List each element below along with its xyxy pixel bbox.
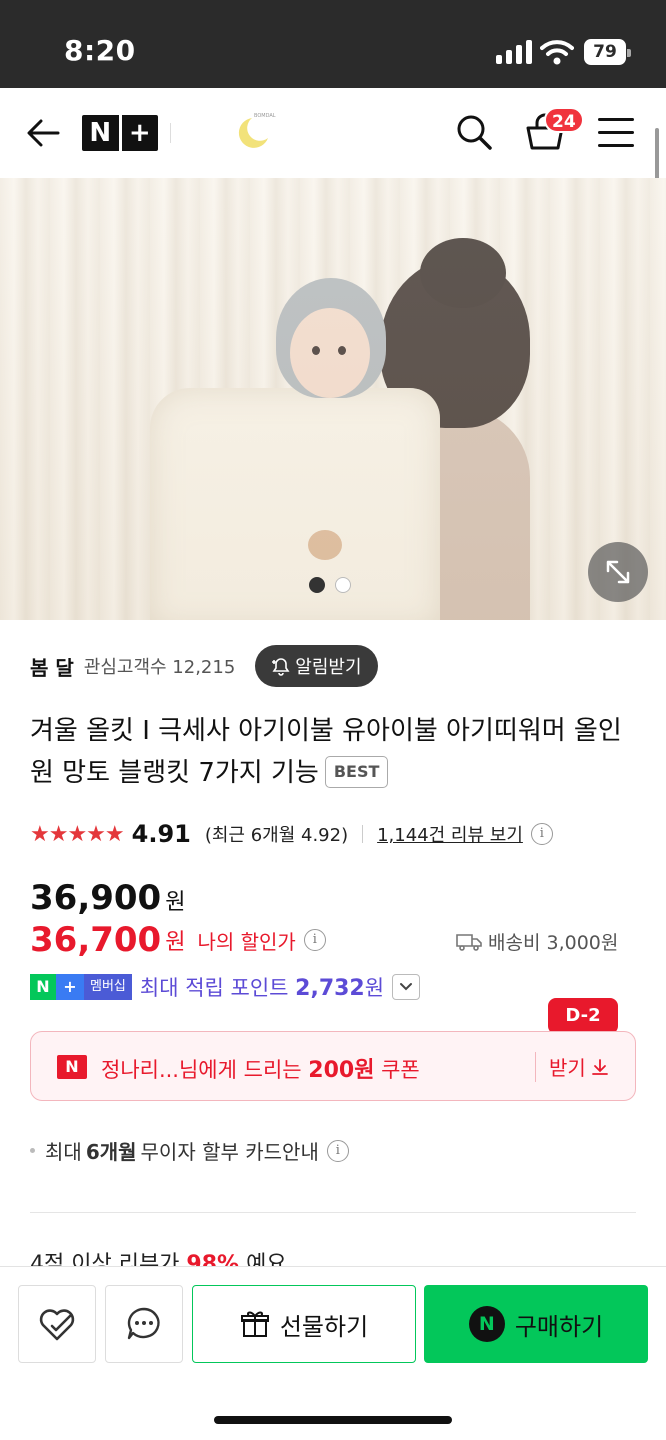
status-time: 8:20 [64, 34, 136, 67]
gift-icon [240, 1311, 269, 1337]
brand-moon-logo[interactable]: BOMDAL [232, 112, 276, 152]
rating-score: 4.91 [131, 820, 191, 848]
rating-row: ★★★★★ 4.91 (최근 6개월 4.92) 1,144건 리뷰 보기 i [30, 817, 553, 851]
shipping-fee: 배송비 3,000원 [456, 928, 618, 955]
buy-button-label: 구매하기 [514, 1312, 604, 1341]
search-icon[interactable] [454, 112, 494, 152]
my-price-value: 36,700 [30, 920, 162, 960]
view-reviews-link[interactable]: 1,144건 리뷰 보기 [377, 821, 523, 847]
download-icon [591, 1058, 608, 1075]
carousel-dot-2[interactable] [335, 577, 351, 593]
gift-button-label: 선물하기 [279, 1312, 369, 1341]
chevron-down-icon[interactable] [392, 974, 421, 1000]
max-points: 최대 적립 포인트 2,732원 [139, 976, 385, 1001]
carousel-dot-1[interactable] [309, 577, 325, 593]
product-title: 겨울 올킷 I 극세사 아기이불 유아이불 아기띠워머 올인원 망토 블랭킷 7… [30, 710, 642, 794]
rating-info-icon[interactable]: i [530, 823, 553, 845]
wishlist-button[interactable] [18, 1285, 96, 1363]
naver-plus-store-logo[interactable]: N + [82, 115, 158, 151]
coupon-text: 정나리...님에게 드리는 200원 쿠폰 [101, 1058, 420, 1083]
product-image-carousel[interactable] [0, 178, 666, 620]
coupon-deadline-badge: D-2 [548, 998, 618, 1042]
installment-info[interactable]: 최대 6개월 무이자 할부 카드안내 i [30, 1136, 349, 1165]
naver-plus-membership-badge: N + 멤버십 [30, 974, 132, 1000]
naver-pay-logo-icon: N [468, 1306, 505, 1342]
cellular-signal-icon [496, 40, 532, 64]
chat-button[interactable] [105, 1285, 183, 1363]
battery-icon: 79 [584, 39, 631, 65]
status-bar: 8:20 79 [0, 0, 666, 88]
my-price-info-icon[interactable]: i [303, 929, 326, 951]
back-arrow-icon[interactable] [24, 114, 62, 152]
brand-logo-text: BOMDAL [254, 113, 276, 119]
installment-info-icon[interactable]: i [326, 1139, 349, 1162]
store-fans-count: 관심고객수 12,215 [83, 657, 236, 678]
original-price: 36,900 원 [30, 878, 186, 918]
section-divider [30, 1212, 636, 1213]
rating-recent: (최근 6개월 4.92) [204, 825, 349, 846]
hamburger-menu-icon[interactable] [598, 118, 634, 148]
chat-bubble-icon [127, 1307, 160, 1340]
bell-plus-icon [272, 658, 290, 676]
expand-icon[interactable] [588, 542, 648, 602]
bottom-action-bar: 선물하기 N 구매하기 [0, 1266, 666, 1440]
cart-count-badge: 24 [544, 107, 584, 133]
header-divider [170, 123, 171, 143]
buy-now-button[interactable]: N 구매하기 [424, 1285, 648, 1363]
store-info: 봄 달 관심고객수 12,215 알림받기 [30, 645, 378, 687]
carousel-indicator [309, 577, 351, 595]
notify-button-label: 알림받기 [295, 657, 362, 678]
my-discount-price: 36,700 원 나의 할인가 i [30, 920, 326, 960]
my-price-label: 나의 할인가 [197, 929, 296, 954]
home-indicator[interactable] [214, 1416, 452, 1424]
truck-icon [456, 933, 482, 951]
rating-stars: ★★★★★ [30, 821, 125, 847]
membership-points-row[interactable]: N + 멤버십 최대 적립 포인트 2,732원 [30, 972, 421, 1002]
naver-logo-icon: N [57, 1055, 87, 1079]
gift-button[interactable]: 선물하기 [192, 1285, 416, 1363]
store-name[interactable]: 봄 달 [30, 652, 74, 681]
heart-check-icon [39, 1309, 75, 1341]
wifi-icon [540, 40, 574, 65]
coupon-banner[interactable]: N 정나리...님에게 드리는 200원 쿠폰 받기 [30, 1031, 636, 1101]
notify-button[interactable]: 알림받기 [255, 645, 378, 687]
best-badge: BEST [324, 756, 389, 788]
coupon-download-button[interactable]: 받기 [549, 1052, 610, 1081]
top-nav-bar: N + BOMDAL 24 [0, 88, 666, 178]
review-summary: 4점 이상 리뷰가 98% 예요 [30, 1252, 287, 1268]
